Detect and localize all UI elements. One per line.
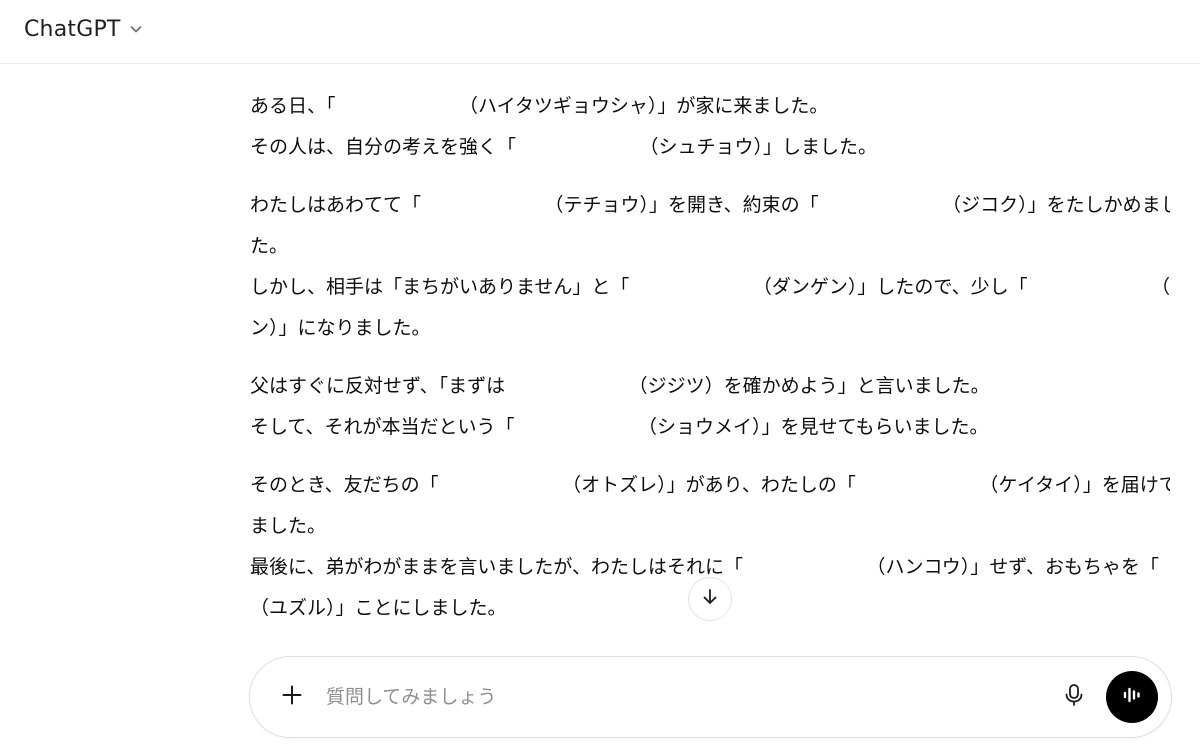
model-name: ChatGPT bbox=[24, 16, 121, 42]
message-line: た。 bbox=[250, 235, 289, 257]
message-composer bbox=[249, 656, 1172, 738]
message-line: わたしはあわてて「 （テチョウ）」を開き、約束の「 （ジコク）」をたしかめまし bbox=[250, 194, 1170, 216]
plus-icon bbox=[281, 684, 303, 710]
message-line: そのとき、友だちの「 （オトズレ）」があり、わたしの「 （ケイタイ）」を届けてく… bbox=[250, 474, 1170, 496]
voice-mode-button[interactable] bbox=[1106, 671, 1158, 723]
scroll-to-bottom-button[interactable] bbox=[688, 577, 732, 621]
prompt-input[interactable] bbox=[326, 677, 1026, 717]
voice-mode-icon bbox=[1120, 683, 1144, 711]
assistant-message: ある日、「 （ハイタツギョウシャ）」が家に来ました。 その人は、自分の考えを強く… bbox=[250, 86, 1170, 646]
message-paragraph: ある日、「 （ハイタツギョウシャ）」が家に来ました。 その人は、自分の考えを強く… bbox=[250, 86, 1170, 168]
message-line: その人は、自分の考えを強く「 （シュチョウ）」しました。 bbox=[250, 136, 878, 158]
chevron-down-icon bbox=[127, 20, 145, 38]
message-line: ある日、「 （ハイタツギョウシャ）」が家に来ました。 bbox=[250, 95, 829, 117]
message-line: ン）」になりました。 bbox=[250, 317, 431, 339]
add-attachment-button[interactable] bbox=[272, 677, 312, 717]
message-line: 父はすぐに反対せず、「まずは （ジジツ）を確かめよう」と言いました。 bbox=[250, 375, 990, 397]
top-bar: ChatGPT bbox=[0, 0, 1200, 64]
chat-app: ChatGPT ある日、「 （ハイタツギョウシャ）」が家に来ました。 その人は、… bbox=[0, 0, 1200, 747]
model-selector-button[interactable]: ChatGPT bbox=[14, 10, 155, 48]
microphone-icon bbox=[1063, 683, 1085, 711]
message-paragraph: わたしはあわてて「 （テチョウ）」を開き、約束の「 （ジコク）」をたしかめまし … bbox=[250, 185, 1170, 349]
message-line: そして、それが本当だという「 （ショウメイ）」を見せてもらいました。 bbox=[250, 416, 989, 438]
message-paragraph: 父はすぐに反対せず、「まずは （ジジツ）を確かめよう」と言いました。 そして、そ… bbox=[250, 366, 1170, 448]
arrow-down-icon bbox=[700, 587, 720, 611]
dictate-button[interactable] bbox=[1054, 677, 1094, 717]
message-line: しかし、相手は「まちがいありません」と「 （ダンゲン）」したので、少し「 （フア bbox=[250, 276, 1170, 298]
message-line: ました。 bbox=[250, 515, 327, 537]
